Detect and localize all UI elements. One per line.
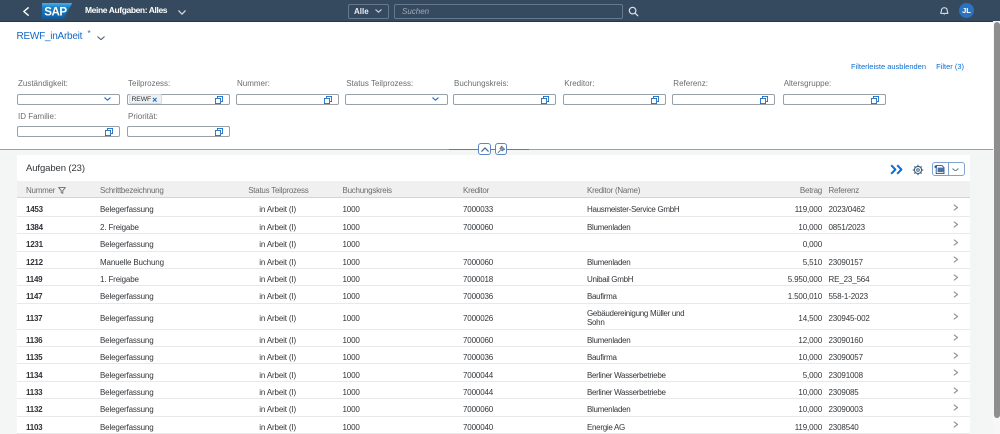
svg-text:SAP: SAP bbox=[44, 7, 67, 19]
